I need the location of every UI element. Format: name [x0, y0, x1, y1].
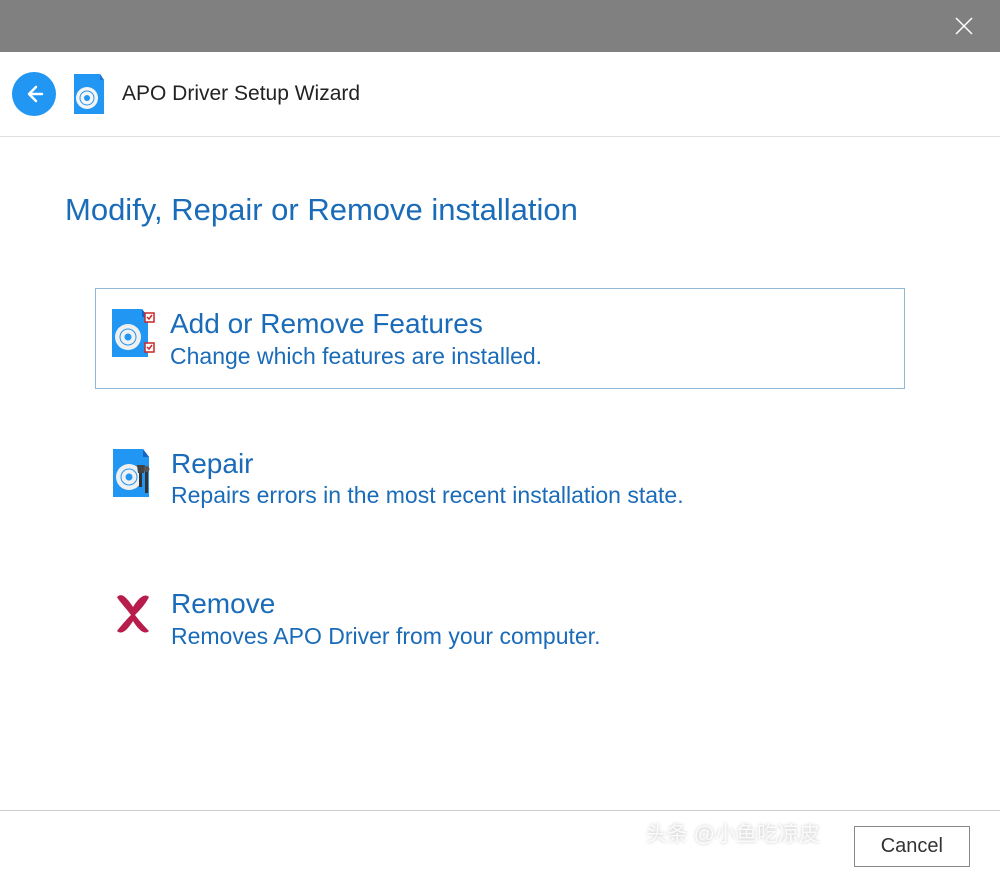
option-title: Remove [171, 587, 891, 621]
wizard-header: APO Driver Setup Wizard [0, 52, 1000, 137]
add-remove-features-icon [108, 307, 156, 359]
titlebar [0, 0, 1000, 52]
option-description: Removes APO Driver from your computer. [171, 623, 891, 650]
option-add-remove-features[interactable]: Add or Remove Features Change which feat… [95, 288, 905, 389]
option-title: Add or Remove Features [170, 307, 892, 341]
option-title: Repair [171, 447, 891, 481]
repair-icon [109, 447, 157, 499]
option-description: Repairs errors in the most recent instal… [171, 482, 891, 509]
page-title: Modify, Repair or Remove installation [65, 192, 935, 228]
content-area: Modify, Repair or Remove installation Ad… [0, 137, 1000, 670]
footer: Cancel [0, 810, 1000, 882]
back-arrow-icon [22, 82, 46, 106]
wizard-title: APO Driver Setup Wizard [122, 82, 360, 106]
option-remove[interactable]: Remove Removes APO Driver from your comp… [95, 567, 905, 670]
app-icon [70, 72, 108, 116]
option-description: Change which features are installed. [170, 343, 892, 370]
options-list: Add or Remove Features Change which feat… [65, 288, 935, 670]
option-repair[interactable]: Repair Repairs errors in the most recent… [95, 427, 905, 530]
back-button[interactable] [12, 72, 56, 116]
cancel-button[interactable]: Cancel [854, 826, 970, 867]
option-text: Add or Remove Features Change which feat… [170, 307, 892, 370]
close-button[interactable] [946, 8, 982, 44]
option-text: Remove Removes APO Driver from your comp… [171, 587, 891, 650]
close-icon [955, 17, 973, 35]
remove-icon [109, 587, 157, 639]
option-text: Repair Repairs errors in the most recent… [171, 447, 891, 510]
